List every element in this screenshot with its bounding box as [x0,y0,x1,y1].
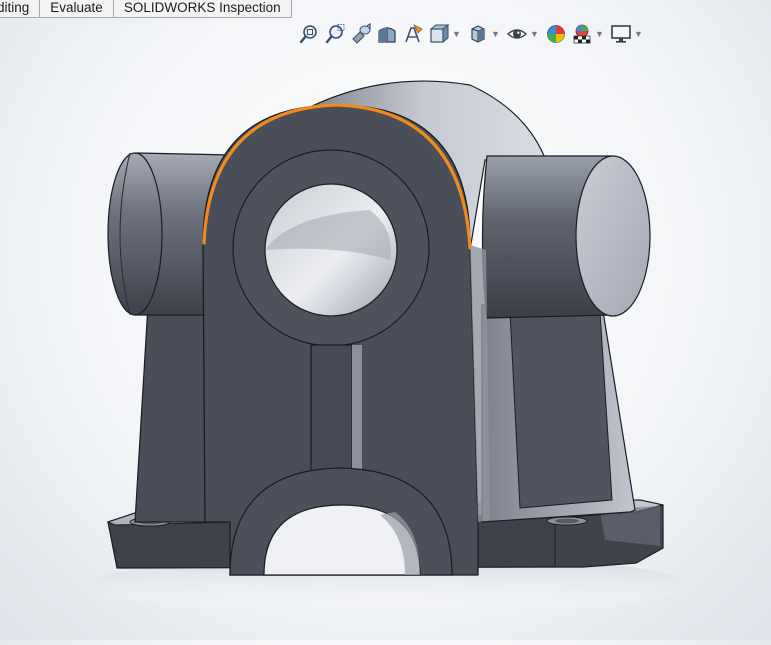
right-support [481,304,636,523]
left-support [134,304,209,523]
previous-view-button[interactable] [348,20,374,48]
zoom-to-area-button[interactable] [322,20,348,48]
edit-appearance-button[interactable] [543,20,569,48]
front-plate [202,104,490,576]
view-orientation-button[interactable] [426,20,452,48]
graphics-area[interactable] [0,0,771,640]
appearance-icon [547,25,565,43]
zoom-to-fit-icon [299,25,317,44]
previous-view-icon [352,23,371,44]
section-view-icon [378,27,396,43]
hide-show-chevron-down-icon[interactable]: ▼ [530,20,539,48]
tab-solidworks-inspection[interactable]: SOLIDWORKS Inspection [113,0,292,18]
zoom-to-fit-button[interactable] [296,20,322,48]
eye-icon [506,29,528,39]
command-manager-tabs: diting Evaluate SOLIDWORKS Inspection [0,0,292,18]
right-boss [481,155,651,319]
view-orientation-chevron-down-icon[interactable]: ▼ [452,20,461,48]
apply-scene-button[interactable] [569,20,595,48]
monitor-icon [611,25,631,43]
display-style-button[interactable] [465,20,491,48]
display-style-icon [471,25,485,43]
display-style-chevron-down-icon[interactable]: ▼ [491,20,500,48]
part-model[interactable] [0,0,771,640]
view-settings-chevron-down-icon[interactable]: ▼ [634,20,643,48]
apply-scene-chevron-down-icon[interactable]: ▼ [595,20,604,48]
zoom-to-area-icon [325,24,345,44]
hide-show-items-button[interactable] [504,20,530,48]
view-orientation-icon [429,23,450,44]
view-settings-button[interactable] [608,20,634,48]
heads-up-view-toolbar: ▼ ▼ ▼ ▼ ▼ [296,20,647,48]
tab-evaluate[interactable]: Evaluate [40,0,114,18]
section-view-button[interactable] [374,20,400,48]
dynamic-annotation-views-button[interactable] [400,20,426,48]
annotation-view-icon [405,24,423,43]
scene-icon [573,24,591,44]
tab-editing[interactable]: diting [0,0,41,18]
